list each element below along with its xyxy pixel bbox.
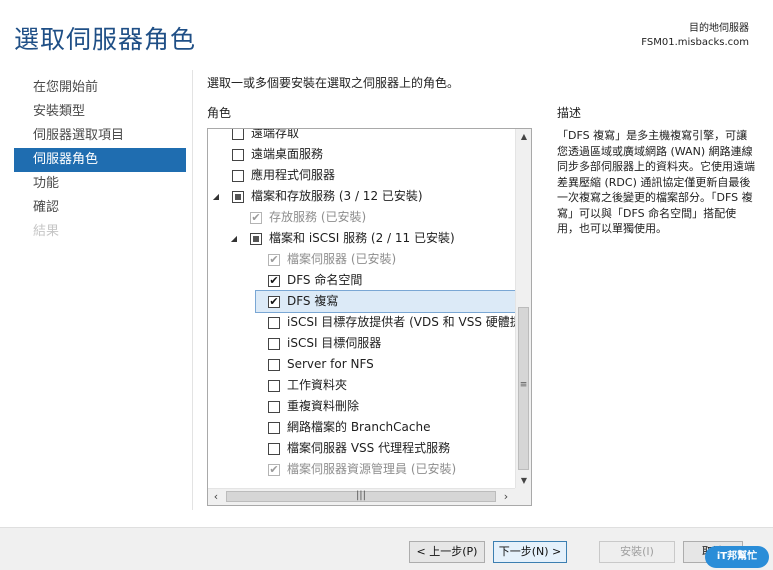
role-label: 檔案和 iSCSI 服務 (2 / 11 已安裝) — [269, 231, 455, 245]
role-row[interactable]: 工作資料夾 — [208, 375, 516, 396]
role-label: DFS 命名空間 — [287, 273, 363, 287]
role-row[interactable]: iSCSI 目標存放提供者 (VDS 和 VSS 硬體提供者) — [208, 312, 516, 333]
next-button[interactable]: 下一步(N) > — [493, 541, 567, 563]
destination-server: FSM01.misbacks.com — [641, 37, 749, 48]
destination-server-info: 目的地伺服器 FSM01.misbacks.com — [641, 22, 749, 50]
role-checkbox[interactable] — [232, 129, 244, 140]
role-label: 工作資料夾 — [287, 378, 348, 392]
role-checkbox[interactable] — [232, 170, 244, 182]
role-row[interactable]: ✔ 檔案伺服器資源管理員 (已安裝) — [208, 459, 516, 480]
grip-icon: ||| — [355, 490, 367, 501]
install-button[interactable]: 安裝(I) — [599, 541, 675, 563]
scrollbar-corner — [515, 488, 531, 505]
role-label: 遠端桌面服務 — [251, 147, 324, 161]
collapse-icon[interactable]: ◢ — [228, 228, 240, 249]
ithome-watermark: iT邦幫忙 — [705, 546, 769, 568]
role-checkbox[interactable] — [268, 380, 280, 392]
role-label: 檔案伺服器 (已安裝) — [287, 252, 397, 266]
role-checkbox[interactable] — [268, 401, 280, 413]
role-row[interactable]: 網路檔案的 BranchCache — [208, 417, 516, 438]
role-checkbox: ✔ — [268, 463, 280, 476]
role-label: DFS 複寫 — [287, 294, 339, 308]
role-row[interactable]: 遠端桌面服務 — [208, 144, 516, 165]
nav-item[interactable]: 功能 — [14, 172, 186, 196]
collapse-icon[interactable]: ◢ — [210, 186, 222, 207]
role-label: 遠端存取 — [251, 128, 300, 140]
role-checkbox: ✔ — [268, 253, 280, 266]
wizard-footer: < 上一步(P) 下一步(N) > 安裝(I) 取消 — [0, 527, 773, 570]
nav-item: 結果 — [33, 224, 60, 239]
roles-header: 角色 — [207, 106, 232, 120]
scroll-up-icon[interactable]: ▲ — [516, 129, 531, 145]
role-row[interactable]: ✔ DFS 複寫 — [255, 290, 517, 313]
role-label: 檔案伺服器資源管理員 (已安裝) — [287, 462, 457, 476]
nav-item[interactable]: 伺服器角色 — [14, 148, 186, 172]
role-checkbox[interactable] — [268, 443, 280, 455]
role-row[interactable]: 應用程式伺服器 — [208, 165, 516, 186]
role-label: Server for NFS — [287, 357, 374, 371]
vertical-scrollbar[interactable]: ▲ ≡ ▼ — [515, 129, 531, 489]
role-checkbox[interactable] — [250, 233, 262, 245]
role-row[interactable]: ◢ 檔案和 iSCSI 服務 (2 / 11 已安裝) — [208, 228, 516, 249]
wizard-nav: 在您開始前 安裝類型 伺服器選取項目 伺服器角色 功能 確認結果 — [14, 76, 186, 244]
role-row[interactable]: 重複資料刪除 — [208, 396, 516, 417]
nav-item[interactable]: 伺服器選取項目 — [14, 124, 186, 148]
role-label: 存放服務 (已安裝) — [269, 210, 367, 224]
scroll-right-icon[interactable]: › — [498, 489, 514, 505]
page-title: 選取伺服器角色 — [14, 25, 197, 54]
role-row[interactable]: ✔ DFS 命名空間 — [208, 270, 516, 291]
role-label: 重複資料刪除 — [287, 399, 360, 413]
previous-button[interactable]: < 上一步(P) — [409, 541, 485, 563]
role-checkbox[interactable]: ✔ — [268, 296, 280, 308]
roles-tree-rows: 遠端存取遠端桌面服務 應用程式伺服器 ◢ 檔案和存放服務 (3 / 12 已安裝) ✔ 存… — [208, 128, 517, 480]
nav-divider — [192, 70, 193, 510]
nav-item[interactable]: 確認 — [14, 196, 186, 220]
role-row[interactable]: ✔ 檔案伺服器 (已安裝) — [208, 249, 516, 270]
description-text: 「DFS 複寫」是多主機複寫引擎，可讓您透過區域或廣域網路 (WAN) 網路連線… — [557, 129, 755, 235]
instruction-text: 選取一或多個要安裝在選取之伺服器上的角色。 — [207, 76, 460, 90]
role-label: 應用程式伺服器 — [251, 168, 336, 182]
role-row[interactable]: ◢ 檔案和存放服務 (3 / 12 已安裝) — [208, 186, 516, 207]
roles-tree[interactable]: 遠端存取遠端桌面服務 應用程式伺服器 ◢ 檔案和存放服務 (3 / 12 已安裝) ✔ 存… — [207, 128, 532, 506]
role-label: iSCSI 目標伺服器 — [287, 336, 382, 350]
role-row[interactable]: 檔案伺服器 VSS 代理程式服務 — [208, 438, 516, 459]
role-label: 檔案和存放服務 (3 / 12 已安裝) — [251, 189, 423, 203]
role-row[interactable]: ✔ 存放服務 (已安裝) — [208, 207, 516, 228]
role-label: iSCSI 目標存放提供者 (VDS 和 VSS 硬體提供者) — [287, 315, 516, 329]
role-label: 檔案伺服器 VSS 代理程式服務 — [287, 441, 451, 455]
horizontal-scrollbar[interactable]: ‹ ||| › — [208, 488, 515, 505]
vertical-scroll-thumb[interactable]: ≡ — [518, 307, 529, 470]
destination-label: 目的地伺服器 — [689, 23, 749, 34]
nav-item[interactable]: 安裝類型 — [14, 100, 186, 124]
role-checkbox[interactable] — [268, 422, 280, 434]
role-checkbox[interactable]: ✔ — [268, 275, 280, 287]
role-checkbox[interactable] — [268, 338, 280, 350]
nav-item[interactable]: 在您開始前 — [14, 76, 186, 100]
role-checkbox[interactable] — [232, 191, 244, 203]
role-row[interactable]: iSCSI 目標伺服器 — [208, 333, 516, 354]
horizontal-scroll-thumb[interactable]: ||| — [226, 490, 496, 502]
scroll-left-icon[interactable]: ‹ — [208, 489, 224, 505]
role-row[interactable]: 遠端存取 — [208, 128, 516, 144]
role-checkbox[interactable] — [268, 317, 280, 329]
role-row[interactable]: Server for NFS — [208, 354, 516, 375]
scroll-down-icon[interactable]: ▼ — [516, 473, 531, 489]
role-label: 網路檔案的 BranchCache — [287, 420, 431, 434]
role-checkbox: ✔ — [250, 211, 262, 224]
role-checkbox[interactable] — [268, 359, 280, 371]
description-header: 描述 — [557, 106, 582, 120]
role-checkbox[interactable] — [232, 149, 244, 161]
grip-icon: ≡ — [519, 380, 528, 390]
